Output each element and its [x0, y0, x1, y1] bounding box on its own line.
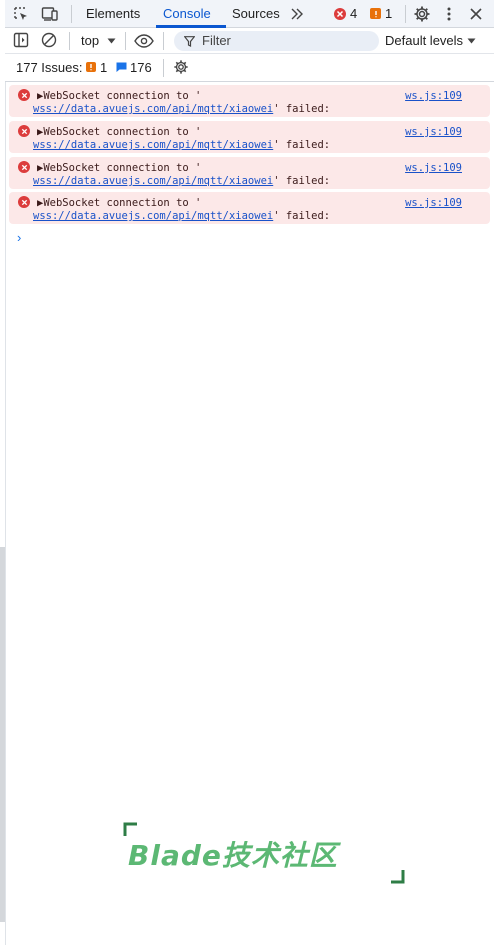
message-continuation: wss://data.avuejs.com/api/mqtt/xiaowei' …	[33, 139, 331, 151]
message-text: ▶WebSocket connection to '	[37, 90, 202, 102]
chevron-down-icon	[467, 37, 476, 45]
sidebar-toggle-icon[interactable]	[13, 32, 29, 48]
issues-label: 177 Issues:	[16, 60, 83, 75]
error-circle-icon	[18, 161, 30, 173]
log-levels-value: Default levels	[385, 33, 464, 48]
toolbar-divider	[405, 5, 406, 23]
message-continuation: wss://data.avuejs.com/api/mqtt/xiaowei' …	[33, 103, 331, 115]
devtools-tabbar: Elements Console Sources 4 1	[5, 0, 494, 28]
console-error-message[interactable]: ▶WebSocket connection to ' wss://data.av…	[9, 192, 490, 224]
clear-console-icon[interactable]	[41, 32, 57, 48]
message-url-link[interactable]: wss://data.avuejs.com/api/mqtt/xiaowei	[33, 139, 273, 151]
tab-console[interactable]: Console	[163, 0, 211, 28]
toolbar-divider	[163, 59, 164, 77]
warning-flag-icon	[370, 8, 381, 19]
issues-info-count: 176	[130, 60, 152, 75]
message-text: ▶WebSocket connection to '	[37, 126, 202, 138]
log-levels-dropdown[interactable]: Default levels	[385, 32, 489, 50]
source-link[interactable]: ws.js:109	[405, 126, 462, 138]
inspect-element-icon[interactable]	[13, 6, 29, 22]
context-value: top	[81, 33, 100, 48]
settings-gear-icon[interactable]	[413, 5, 431, 23]
filter-input[interactable]: Filter	[174, 31, 379, 51]
message-continuation: wss://data.avuejs.com/api/mqtt/xiaowei' …	[33, 175, 331, 187]
toolbar-divider	[71, 5, 72, 23]
issues-info-counter[interactable]: 176	[115, 60, 155, 76]
watermark: Blade技术社区	[110, 822, 410, 886]
left-scroll-gutter	[0, 82, 6, 945]
source-link[interactable]: ws.js:109	[405, 90, 462, 102]
issues-warning-count: 1	[100, 60, 108, 75]
error-circle-icon	[18, 89, 30, 101]
console-toolbar: top Filter Default levels	[5, 28, 494, 54]
toolbar-divider	[125, 32, 126, 50]
message-url-link[interactable]: wss://data.avuejs.com/api/mqtt/xiaowei	[33, 175, 273, 187]
warning-flag-icon	[86, 62, 96, 72]
tab-elements[interactable]: Elements	[86, 0, 140, 28]
message-text: ▶WebSocket connection to '	[37, 162, 202, 174]
error-count: 4	[350, 6, 358, 21]
error-circle-icon	[334, 8, 346, 20]
message-text: ▶WebSocket connection to '	[37, 197, 202, 209]
more-options-kebab-icon[interactable]	[442, 5, 456, 23]
issues-warning-counter[interactable]: 1	[85, 60, 115, 76]
issues-bar: 177 Issues: 1 176	[5, 54, 494, 82]
console-error-message[interactable]: ▶WebSocket connection to ' wss://data.av…	[9, 121, 490, 153]
error-circle-icon	[18, 125, 30, 137]
filter-placeholder: Filter	[202, 33, 231, 48]
chevron-down-icon	[107, 37, 116, 45]
info-message-icon	[116, 62, 127, 72]
error-circle-icon	[18, 196, 30, 208]
console-prompt-chevron-icon[interactable]: ›	[17, 230, 21, 245]
toolbar-divider	[163, 32, 164, 50]
tab-sources[interactable]: Sources	[232, 0, 280, 28]
gutter-shade	[0, 547, 5, 922]
warning-counter[interactable]: 1	[368, 6, 398, 21]
close-devtools-icon[interactable]	[468, 6, 484, 22]
watermark-text: Blade技术社区	[128, 839, 338, 872]
context-selector[interactable]: top	[77, 32, 119, 50]
toolbar-divider	[69, 32, 70, 50]
filter-funnel-icon	[183, 34, 195, 48]
live-expression-eye-icon[interactable]	[133, 32, 155, 50]
console-settings-gear-icon[interactable]	[172, 58, 190, 76]
console-error-message[interactable]: ▶WebSocket connection to ' wss://data.av…	[9, 157, 490, 189]
device-toolbar-icon[interactable]	[41, 6, 59, 22]
more-tabs-chevron-icon[interactable]	[289, 5, 305, 23]
source-link[interactable]: ws.js:109	[405, 162, 462, 174]
message-continuation: wss://data.avuejs.com/api/mqtt/xiaowei' …	[33, 210, 331, 222]
warning-count: 1	[385, 6, 393, 21]
source-link[interactable]: ws.js:109	[405, 197, 462, 209]
console-error-message[interactable]: ▶WebSocket connection to ' wss://data.av…	[9, 85, 490, 117]
message-url-link[interactable]: wss://data.avuejs.com/api/mqtt/xiaowei	[33, 210, 273, 222]
message-url-link[interactable]: wss://data.avuejs.com/api/mqtt/xiaowei	[33, 103, 273, 115]
